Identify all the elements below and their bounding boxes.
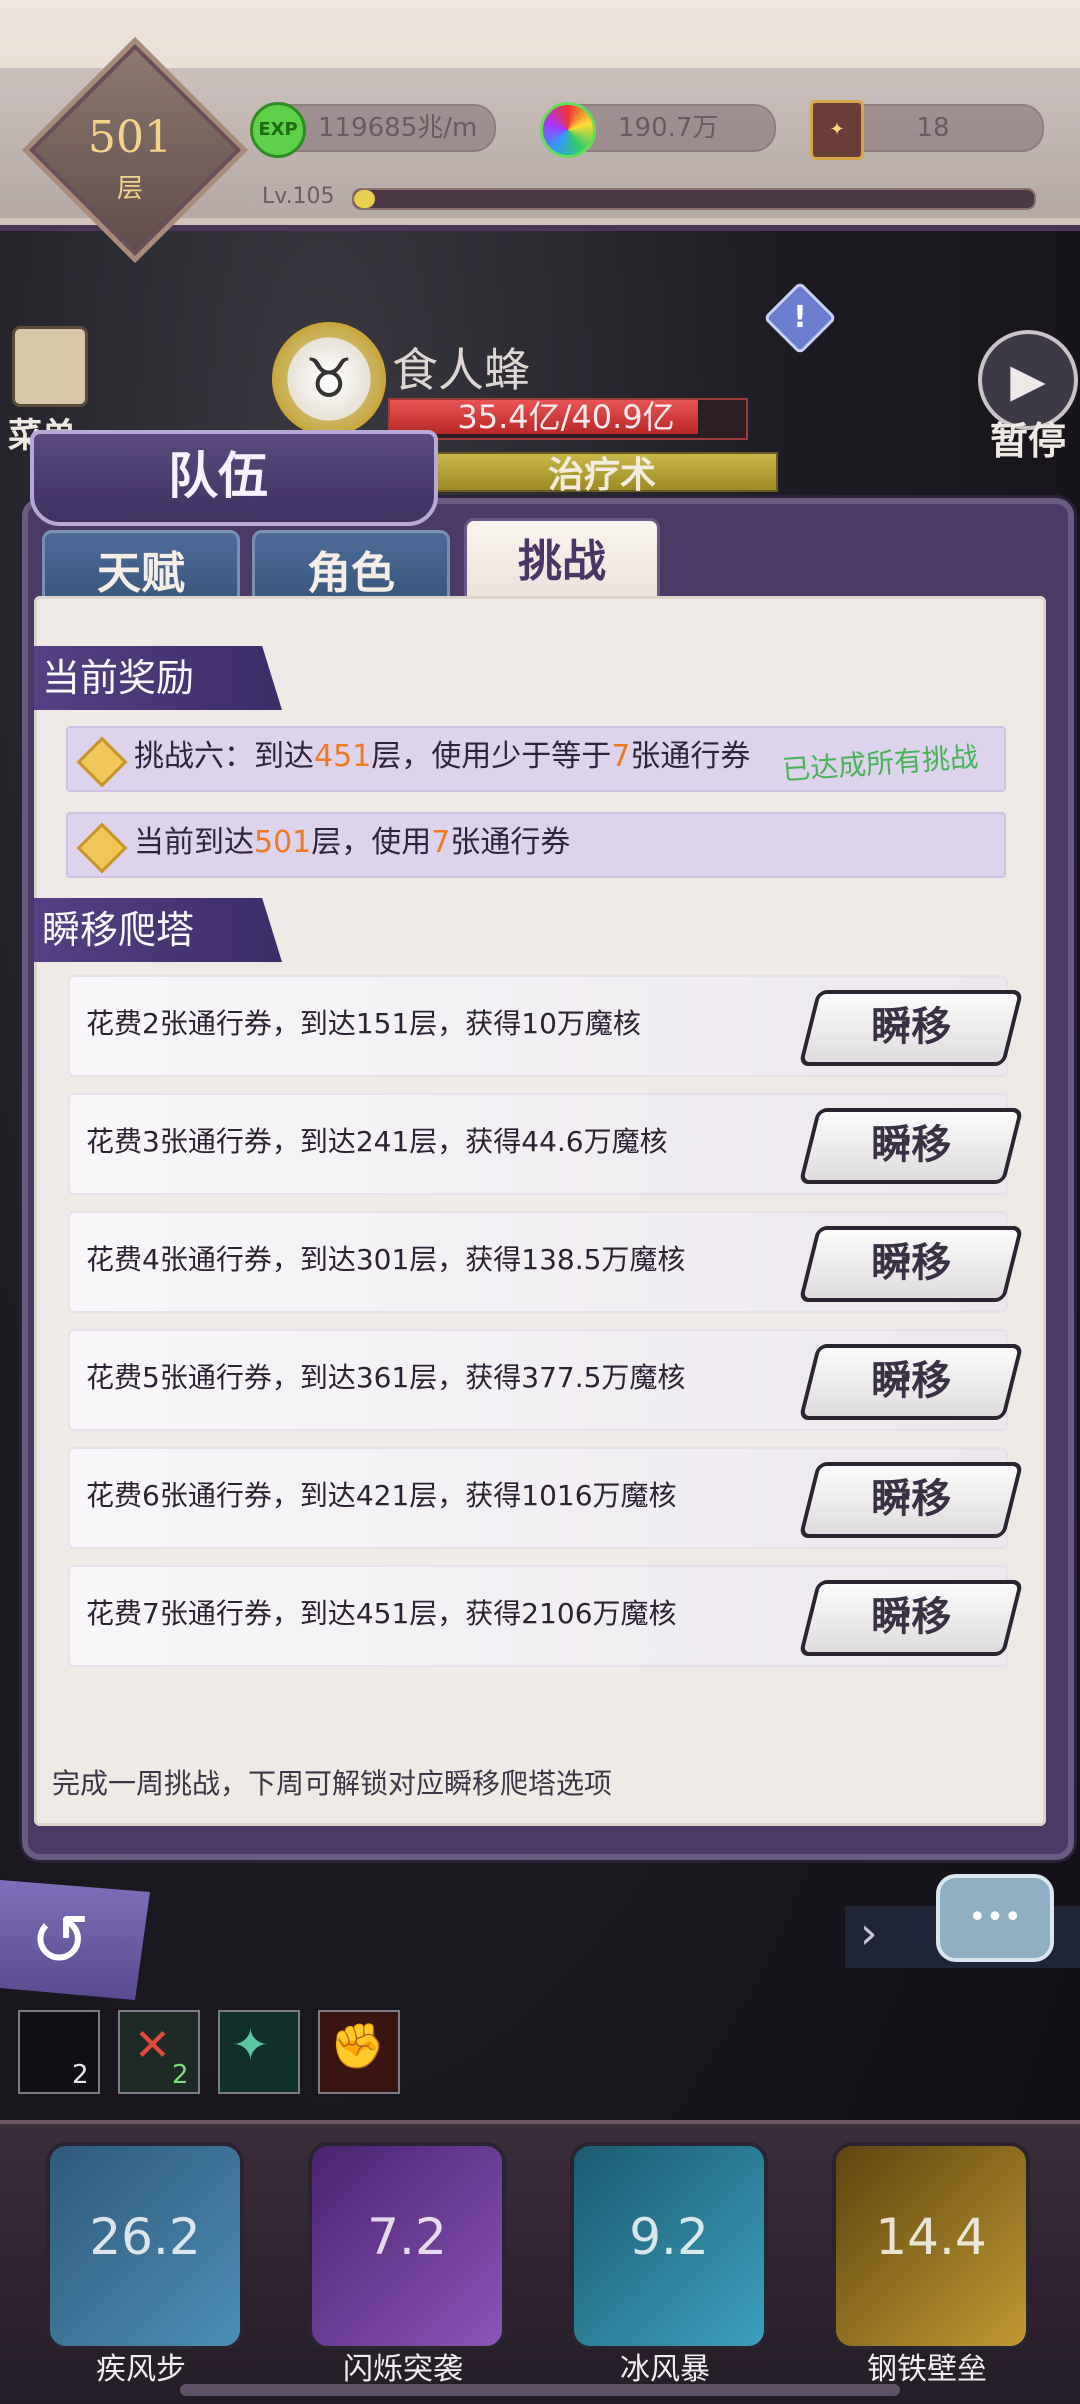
teleport-row-text: 花费7张通行券，到达451层，获得2106万魔核 xyxy=(86,1597,677,1630)
wind-dash-icon[interactable]: 26.2 xyxy=(46,2142,244,2350)
chevron-right-icon[interactable]: › xyxy=(860,1908,878,1959)
challenge-prefix: 挑战六：到达 xyxy=(134,739,314,774)
current-reward-header: 当前奖励 xyxy=(34,646,282,710)
teleport-row-text: 花费4张通行券，到达301层，获得138.5万魔核 xyxy=(86,1243,686,1276)
panel-title: 队伍 xyxy=(168,446,268,505)
rainbow-orb-icon xyxy=(540,102,596,158)
challenge-tickets: 7 xyxy=(611,739,631,774)
challenge-suffix: 张通行券 xyxy=(630,739,751,774)
buff-count: 2 xyxy=(72,2060,89,2090)
skill-cooldown: 7.2 xyxy=(367,2208,447,2266)
fire-fist-icon: ✊ xyxy=(330,2021,385,2072)
skill-cooldown: 9.2 xyxy=(629,2208,709,2266)
teleport-row-text: 花费3张通行券，到达241层，获得44.6万魔核 xyxy=(86,1125,668,1158)
floor-number: 501 xyxy=(88,112,172,163)
bull-skull-icon: ♉ xyxy=(272,322,386,436)
current-floor: 501 xyxy=(254,825,312,860)
floor-unit: 层 xyxy=(116,174,143,204)
ticket-book-icon: ✦ xyxy=(810,100,864,160)
current-prefix: 当前到达 xyxy=(134,825,254,860)
skill-name: 闪烁突袭 xyxy=(343,2352,463,2387)
home-indicator xyxy=(180,2384,900,2396)
teleport-button-label: 瞬移 xyxy=(871,1475,952,1522)
blink-strike-icon[interactable]: 7.2 xyxy=(308,2142,506,2350)
teleport-button[interactable]: 瞬移 xyxy=(798,990,1024,1066)
teleport-button-label: 瞬移 xyxy=(871,1239,952,1286)
level-progress-bar xyxy=(352,188,1036,210)
skill-name: 疾风步 xyxy=(96,2352,186,2387)
teleport-button-label: 瞬移 xyxy=(871,1003,952,1050)
level-label: Lv.105 xyxy=(262,184,335,209)
boss-name: 食人蜂 xyxy=(392,343,530,397)
challenge-middle: 层，使用少于等于 xyxy=(371,739,612,774)
swirl-return-icon: ↺ xyxy=(30,1898,91,1982)
teleport-button[interactable]: 瞬移 xyxy=(798,1108,1024,1184)
teleport-button[interactable]: 瞬移 xyxy=(798,1580,1024,1656)
current-middle: 层，使用 xyxy=(311,825,432,860)
teleport-header: 瞬移爬塔 xyxy=(34,898,282,962)
teleport-button[interactable]: 瞬移 xyxy=(798,1226,1024,1302)
boss-hp-text: 35.4亿/40.9亿 xyxy=(457,398,675,436)
menu-icon[interactable] xyxy=(12,326,88,407)
current-progress-text: 当前到达501层，使用7张通行券 xyxy=(134,812,570,874)
teleport-row-text: 花费5张通行券，到达361层，获得377.5万魔核 xyxy=(86,1361,686,1394)
skill-name: 冰风暴 xyxy=(620,2352,710,2387)
teleport-button[interactable]: 瞬移 xyxy=(798,1344,1024,1420)
teleport-button[interactable]: 瞬移 xyxy=(798,1462,1024,1538)
skill-cooldown: 26.2 xyxy=(89,2208,201,2266)
teleport-row-text: 花费2张通行券，到达151层，获得10万魔核 xyxy=(86,1007,641,1040)
challenge-floor: 451 xyxy=(314,739,372,774)
iron-wall-icon[interactable]: 14.4 xyxy=(832,2142,1030,2350)
treasure-icon: ✦ xyxy=(232,2020,269,2071)
teleport-button-label: 瞬移 xyxy=(871,1593,952,1640)
pause-label[interactable]: 暂停 xyxy=(990,410,1066,465)
buff-slot[interactable]: 2 xyxy=(18,2010,100,2094)
boss-cast-name: 治疗术 xyxy=(547,455,656,496)
teleport-button-label: 瞬移 xyxy=(871,1121,952,1168)
ticket-count: 18 xyxy=(916,113,950,143)
current-tickets: 7 xyxy=(431,825,451,860)
teleport-row-text: 花费6张通行券，到达421层，获得1016万魔核 xyxy=(86,1479,677,1512)
current-suffix: 张通行券 xyxy=(450,825,571,860)
ice-storm-icon[interactable]: 9.2 xyxy=(570,2142,768,2350)
unlock-note: 完成一周挑战，下周可解锁对应瞬移爬塔选项 xyxy=(52,1767,613,1800)
skill-cooldown: 14.4 xyxy=(875,2208,987,2266)
chat-bubble-icon[interactable]: ••• xyxy=(936,1874,1054,1962)
sword-break-icon: ✕ xyxy=(134,2020,171,2071)
skill-name: 钢铁壁垒 xyxy=(867,2352,987,2387)
level-progress-fill xyxy=(354,190,375,208)
buff-count: 2 xyxy=(172,2060,189,2090)
exp-icon: EXP xyxy=(250,102,306,158)
challenge-reward-text: 挑战六：到达451层，使用少于等于7张通行券 xyxy=(134,726,750,788)
teleport-button-label: 瞬移 xyxy=(871,1357,952,1404)
alert-mark: ! xyxy=(793,300,807,335)
